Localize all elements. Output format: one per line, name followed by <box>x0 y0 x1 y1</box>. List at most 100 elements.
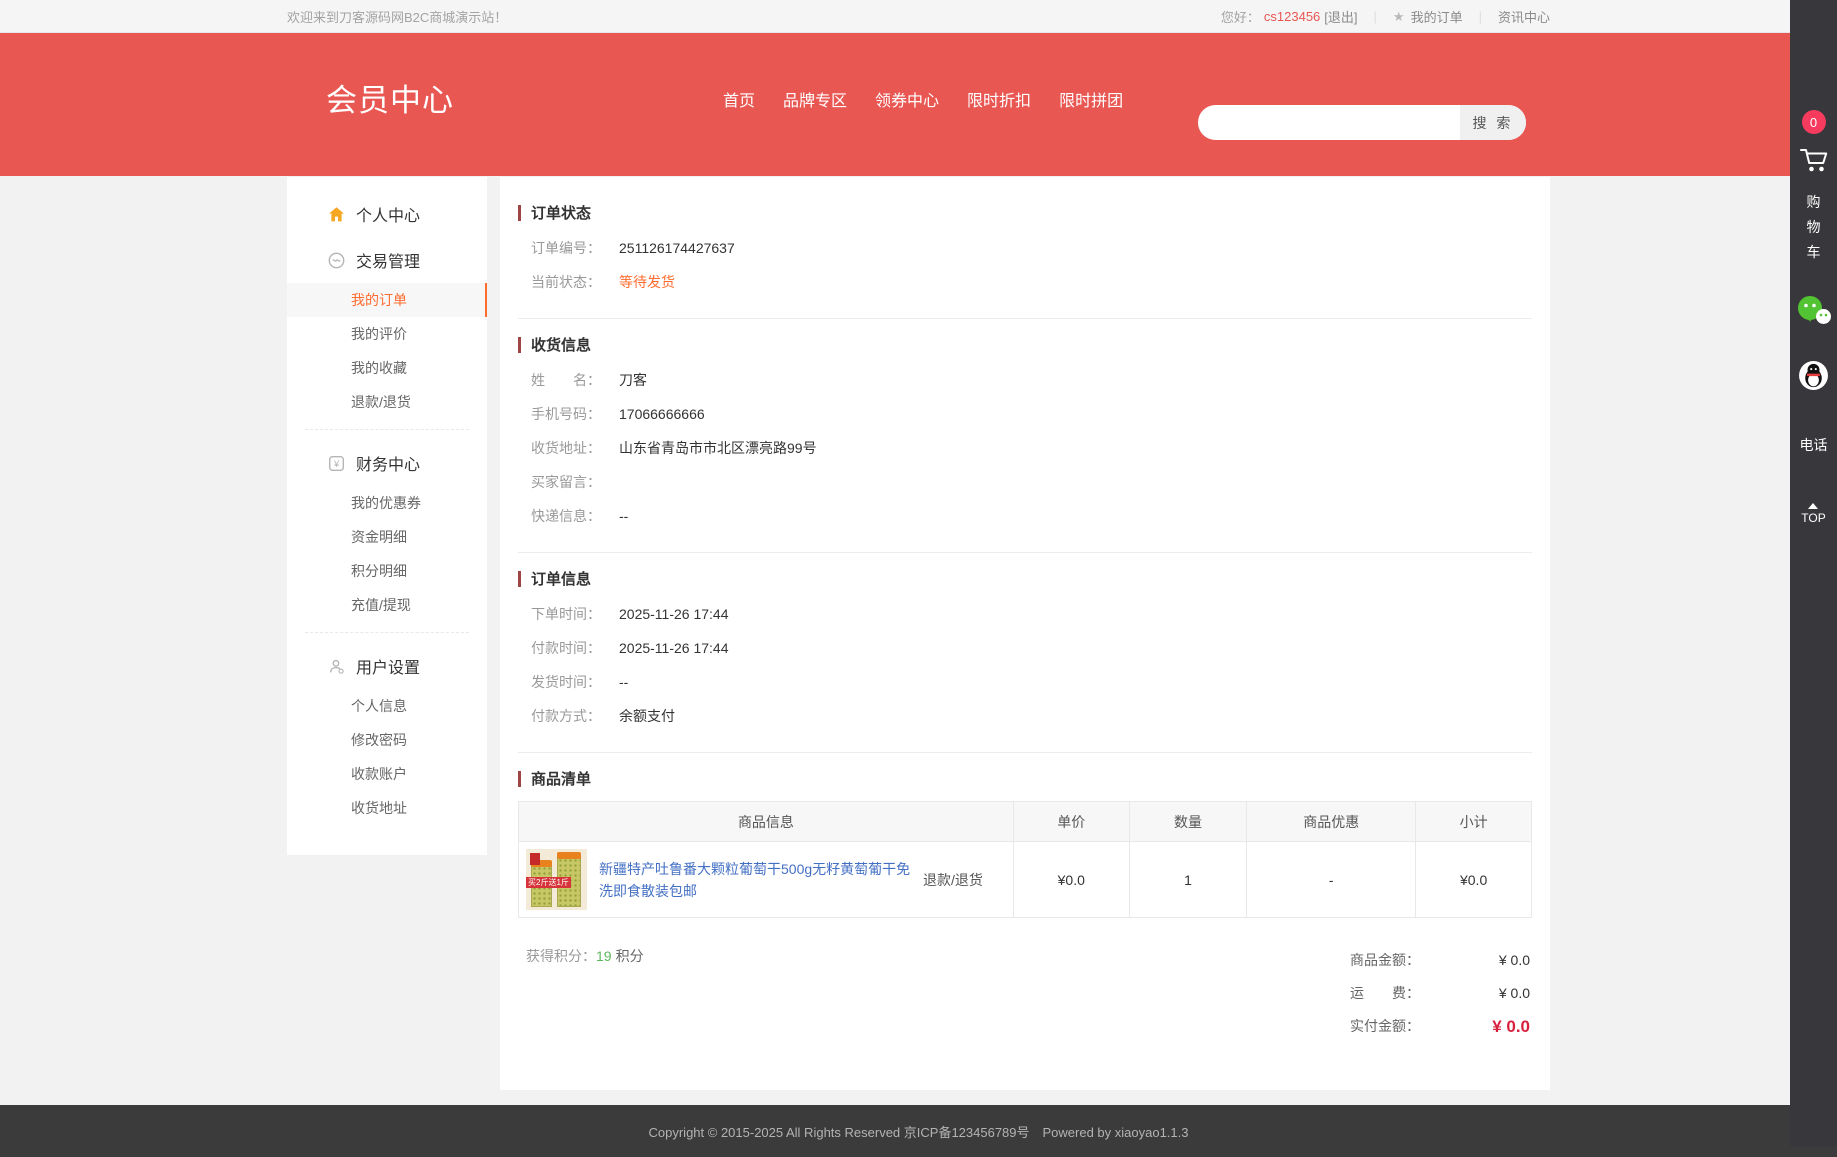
current-status-label: 当前状态： <box>531 265 619 299</box>
floating-side-rail: 0 购物车 电话 TOP <box>1790 0 1837 1146</box>
unit-price-cell: ¥0.0 <box>1013 842 1129 918</box>
topbar-separator: | <box>1479 9 1482 24</box>
order-number-label: 订单编号： <box>531 231 619 265</box>
section-title: 订单信息 <box>531 568 591 589</box>
nav-coupon-center[interactable]: 领券中心 <box>875 87 939 111</box>
express-info-label: 快递信息： <box>531 499 619 533</box>
section-bar <box>518 571 521 587</box>
qq-icon[interactable] <box>1798 360 1829 391</box>
refund-return-link[interactable]: 退款/退货 <box>923 870 983 890</box>
site-header: 会员中心 首页 品牌专区 领券中心 限时折扣 限时拼团 搜 索 <box>0 33 1837 176</box>
sidebar-item-fund-details[interactable]: 资金明细 <box>287 520 487 554</box>
ship-time-value: -- <box>619 665 628 699</box>
order-time-value: 2025-11-26 17:44 <box>619 597 729 631</box>
copyright-text: Copyright © 2015-2025 All Rights Reserve… <box>649 1122 1189 1141</box>
express-info-value: -- <box>619 499 628 533</box>
thumb-price-tag <box>530 853 540 865</box>
my-orders-link[interactable]: 我的订单 <box>1411 7 1463 26</box>
cart-icon[interactable] <box>1798 146 1830 174</box>
earned-points-suffix: 积分 <box>616 948 644 964</box>
quantity-cell: 1 <box>1129 842 1247 918</box>
product-name-link[interactable]: 新疆特产吐鲁番大颗粒葡萄干500g无籽黄萄葡干免洗即食散装包邮 <box>599 858 911 902</box>
sidebar-item-my-coupons[interactable]: 我的优惠券 <box>287 486 487 520</box>
sidebar-item-shipping-address[interactable]: 收货地址 <box>287 791 487 825</box>
back-to-top-button[interactable]: TOP <box>1801 503 1825 525</box>
nav-brand-zone[interactable]: 品牌专区 <box>783 87 847 111</box>
search-button[interactable]: 搜 索 <box>1460 105 1526 140</box>
shipping-fee-label: 运 费： <box>1350 977 1420 1010</box>
order-totals: 商品金额：¥ 0.0 运 费：¥ 0.0 实付金额：¥ 0.0 <box>1350 944 1530 1043</box>
order-detail-panel: 订单状态 订单编号：251126174427637 当前状态：等待发货 收货信息… <box>500 177 1550 1090</box>
section-title: 订单状态 <box>531 202 591 223</box>
address-value: 山东省青岛市市北区漂亮路99号 <box>619 431 817 465</box>
address-label: 收货地址： <box>531 431 619 465</box>
sidebar-divider <box>305 429 469 430</box>
sidebar-item-personal-center[interactable]: 个人中心 <box>287 191 487 237</box>
footer: Copyright © 2015-2025 All Rights Reserve… <box>0 1105 1837 1157</box>
sidebar-item-my-favorites[interactable]: 我的收藏 <box>287 351 487 385</box>
earned-points-label: 获得积分： <box>526 948 596 964</box>
col-subtotal: 小计 <box>1416 802 1532 842</box>
sidebar-item-my-orders[interactable]: 我的订单 <box>287 283 487 317</box>
goods-table-row: 买2斤送1斤 新疆特产吐鲁番大颗粒葡萄干500g无籽黄萄葡干免洗即食散装包邮 退… <box>519 842 1532 918</box>
discount-cell: - <box>1247 842 1416 918</box>
section-title: 商品清单 <box>531 768 591 789</box>
sidebar-item-my-reviews[interactable]: 我的评价 <box>287 317 487 351</box>
main-nav: 首页 品牌专区 领券中心 限时折扣 限时拼团 <box>723 87 1123 111</box>
logout-link[interactable]: [退出] <box>1324 7 1357 26</box>
sidebar-section-user-settings[interactable]: 用户设置 <box>287 643 487 689</box>
receiver-name-value: 刀客 <box>619 363 647 397</box>
welcome-text: 欢迎来到刀客源码网B2C商城演示站！ <box>287 7 507 26</box>
section-bar <box>518 205 521 221</box>
goods-amount-value: ¥ 0.0 <box>1420 944 1530 977</box>
phone-button[interactable]: 电话 <box>1797 435 1831 455</box>
section-title: 收货信息 <box>531 334 591 355</box>
col-unit-price: 单价 <box>1013 802 1129 842</box>
topbar: 欢迎来到刀客源码网B2C商城演示站！ 您好： cs123456 [退出] | ★… <box>0 0 1837 33</box>
news-center-link[interactable]: 资讯中心 <box>1498 7 1550 26</box>
cart-label[interactable]: 购物车 <box>1806 190 1822 265</box>
pay-method-label: 付款方式： <box>531 699 619 733</box>
col-quantity: 数量 <box>1129 802 1247 842</box>
sidebar-item-change-password[interactable]: 修改密码 <box>287 723 487 757</box>
sidebar-item-recharge-withdraw[interactable]: 充值/提现 <box>287 588 487 622</box>
content-area: 个人中心 交易管理 我的订单 我的评价 我的收藏 退款/退货 ¥ 财务中心 我的… <box>287 176 1550 1105</box>
sidebar-divider <box>305 632 469 633</box>
sidebar-item-payment-account[interactable]: 收款账户 <box>287 757 487 791</box>
cart-count-badge[interactable]: 0 <box>1802 110 1826 134</box>
paid-amount-value: ¥ 0.0 <box>1420 1010 1530 1043</box>
sidebar-item-points-details[interactable]: 积分明细 <box>287 554 487 588</box>
logo-member-center[interactable]: 会员中心 <box>326 75 454 120</box>
goods-table: 商品信息 单价 数量 商品优惠 小计 <box>518 801 1532 918</box>
product-thumbnail[interactable]: 买2斤送1斤 <box>526 849 587 910</box>
goods-list-section: 商品清单 商品信息 单价 数量 商品优惠 小计 <box>518 753 1532 1062</box>
sidebar-section-trade[interactable]: 交易管理 <box>287 237 487 283</box>
phone-label: 手机号码： <box>531 397 619 431</box>
subtotal-cell: ¥0.0 <box>1416 842 1532 918</box>
order-info-section: 订单信息 下单时间：2025-11-26 17:44 付款时间：2025-11-… <box>518 553 1532 752</box>
sidebar-item-refund-return[interactable]: 退款/退货 <box>287 385 487 419</box>
sidebar-item-profile[interactable]: 个人信息 <box>287 689 487 723</box>
back-to-top-label: TOP <box>1801 511 1825 525</box>
section-bar <box>518 337 521 353</box>
sidebar: 个人中心 交易管理 我的订单 我的评价 我的收藏 退款/退货 ¥ 财务中心 我的… <box>287 177 487 855</box>
svg-text:¥: ¥ <box>333 459 340 469</box>
col-product-info: 商品信息 <box>519 802 1014 842</box>
sidebar-section-finance[interactable]: ¥ 财务中心 <box>287 440 487 486</box>
nav-flash-discount[interactable]: 限时折扣 <box>967 87 1031 111</box>
search-bar: 搜 索 <box>1198 105 1526 140</box>
star-icon: ★ <box>1393 9 1405 25</box>
thumb-promo-ribbon: 买2斤送1斤 <box>526 877 571 888</box>
ship-time-label: 发货时间： <box>531 665 619 699</box>
search-input[interactable] <box>1198 105 1460 140</box>
nav-home[interactable]: 首页 <box>723 87 755 111</box>
wechat-icon[interactable] <box>1796 295 1832 326</box>
order-time-label: 下单时间： <box>531 597 619 631</box>
nav-group-buy[interactable]: 限时拼团 <box>1059 87 1123 111</box>
order-number-value: 251126174427637 <box>619 231 735 265</box>
goods-amount-label: 商品金额： <box>1350 944 1420 977</box>
col-discount: 商品优惠 <box>1247 802 1416 842</box>
phone-value: 17066666666 <box>619 397 705 431</box>
receiver-name-label: 姓 名： <box>531 363 619 397</box>
goods-table-header: 商品信息 单价 数量 商品优惠 小计 <box>519 802 1532 842</box>
